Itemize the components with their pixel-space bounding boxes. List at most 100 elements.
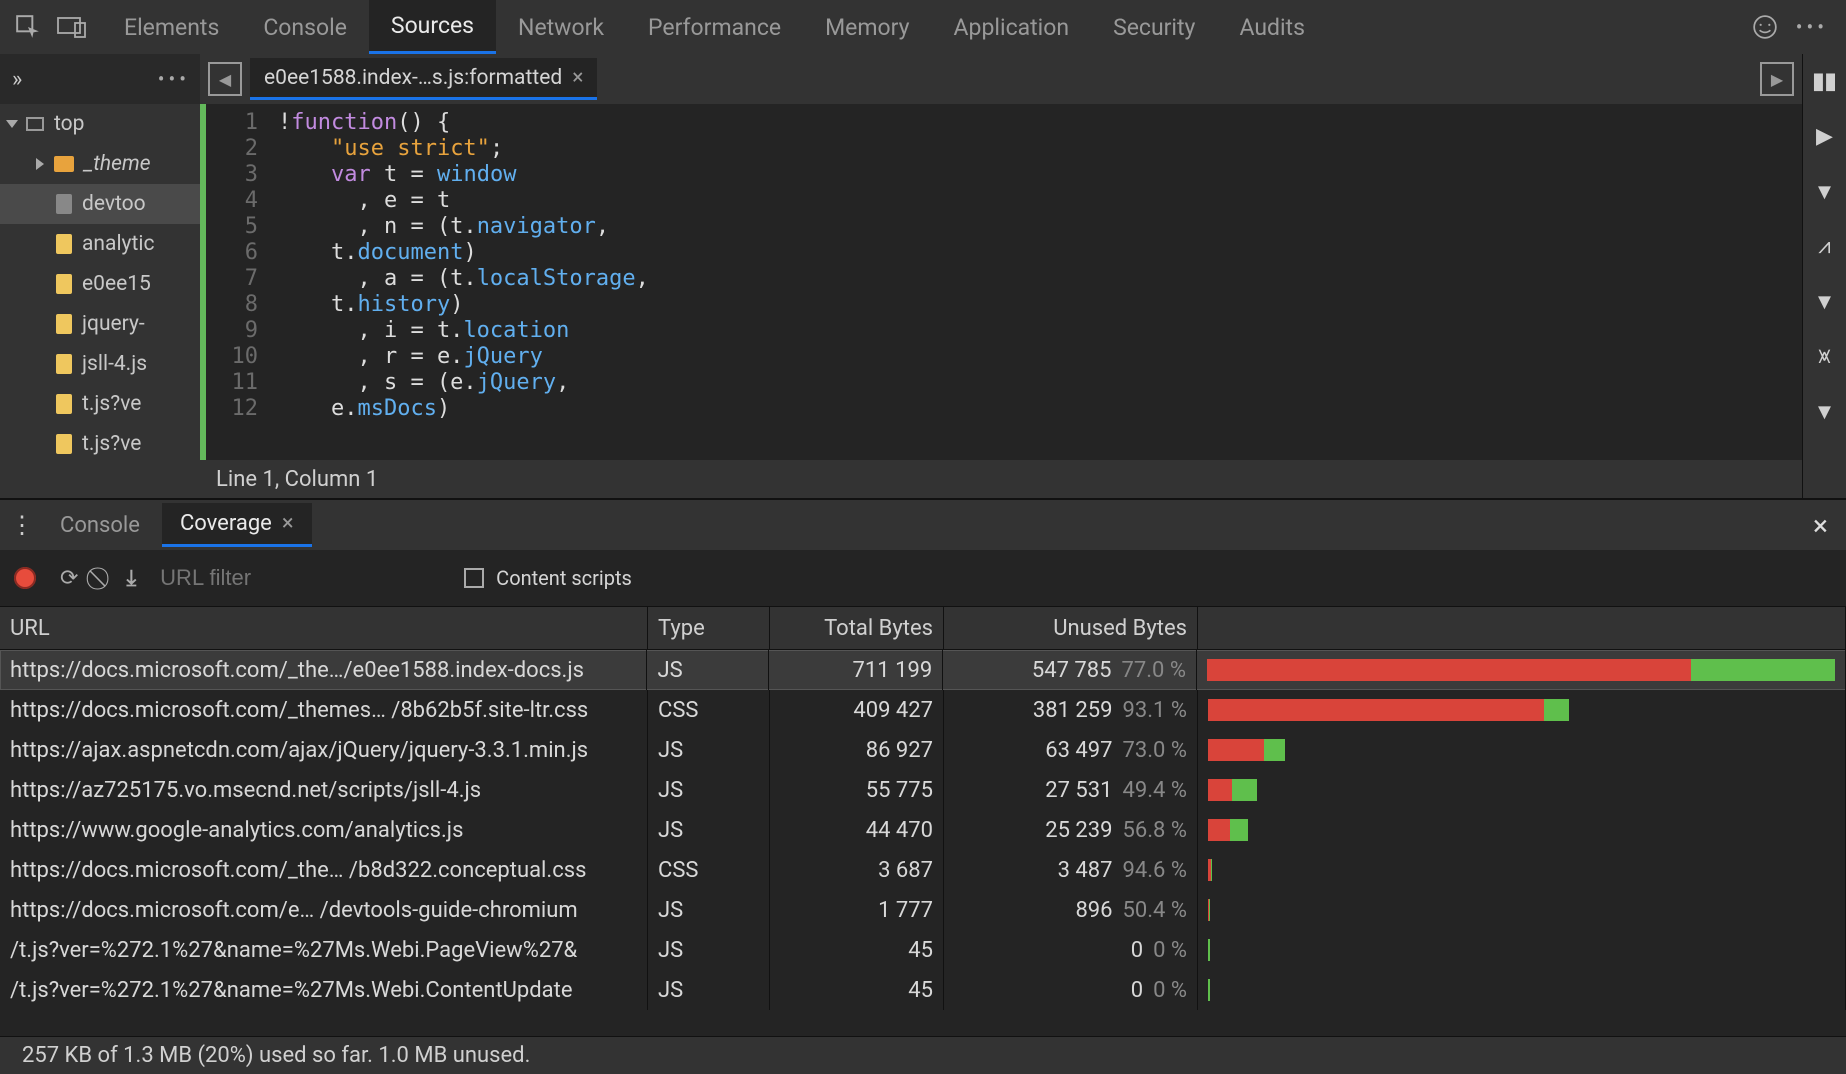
code-body[interactable]: !function() { "use strict"; var t = wind… xyxy=(270,104,1802,460)
feedback-icon[interactable] xyxy=(1752,14,1778,40)
drawer-tab-console[interactable]: Console xyxy=(42,503,158,547)
cell-unused: 547 78577.0 % xyxy=(943,650,1197,690)
tab-sources[interactable]: Sources xyxy=(369,0,496,54)
tab-security[interactable]: Security xyxy=(1091,0,1217,54)
line-gutter: 123456789101112 xyxy=(206,110,270,422)
col-unused[interactable]: Unused Bytes xyxy=(944,607,1198,649)
navigator-sidebar: » ••• top _themedevtoo analytic e0ee15 jque… xyxy=(0,54,200,498)
callstack-icon[interactable]: ⩘ xyxy=(1803,219,1846,274)
cell-url: https://az725175.vo.msecnd.net/scripts/j… xyxy=(0,770,648,810)
devtools-top-bar: ElementsConsoleSourcesNetworkPerformance… xyxy=(0,0,1846,54)
close-icon[interactable]: × xyxy=(572,66,583,90)
tree-item[interactable]: jquery- xyxy=(0,304,200,344)
cell-bar xyxy=(1198,690,1846,730)
coverage-row[interactable]: https://docs.microsoft.com/e… /devtools-… xyxy=(0,890,1846,930)
content-scripts-checkbox[interactable] xyxy=(464,568,484,588)
cell-type: JS xyxy=(648,770,770,810)
cell-total: 55 775 xyxy=(770,770,944,810)
expand-sidebar-icon[interactable]: » xyxy=(12,67,22,92)
folder-icon xyxy=(54,156,74,172)
tree-item[interactable]: _theme xyxy=(0,144,200,184)
coverage-header[interactable]: URL Type Total Bytes Unused Bytes xyxy=(0,606,1846,650)
chevron-down-icon xyxy=(6,120,18,128)
coverage-row[interactable]: https://az725175.vo.msecnd.net/scripts/j… xyxy=(0,770,1846,810)
editor-tab-label: e0ee1588.index-…s.js:formatted xyxy=(264,66,562,90)
tab-performance[interactable]: Performance xyxy=(626,0,803,54)
sidebar-more-icon[interactable]: ••• xyxy=(158,67,200,91)
breakpoints-icon[interactable]: ⩙ xyxy=(1803,329,1846,384)
tab-elements[interactable]: Elements xyxy=(102,0,241,54)
js-file-icon xyxy=(56,274,72,294)
cell-unused: 00 % xyxy=(944,970,1198,1010)
cell-url: /t.js?ver=%272.1%27&name=%27Ms.Webi.Cont… xyxy=(0,970,648,1010)
col-type[interactable]: Type xyxy=(648,607,770,649)
cell-total: 44 470 xyxy=(770,810,944,850)
tab-console[interactable]: Console xyxy=(241,0,369,54)
editor-tab[interactable]: e0ee1588.index-…s.js:formatted × xyxy=(250,58,597,100)
close-icon[interactable]: × xyxy=(282,511,294,536)
frame-icon xyxy=(26,117,44,131)
close-drawer-icon[interactable]: × xyxy=(1813,509,1836,542)
tree-item-label: devtoo xyxy=(82,192,146,216)
coverage-row[interactable]: https://docs.microsoft.com/_the…/e0ee158… xyxy=(0,650,1846,690)
cell-total: 711 199 xyxy=(769,650,943,690)
js-file-icon xyxy=(56,234,72,254)
cell-type: JS xyxy=(648,810,770,850)
device-toggle-icon[interactable] xyxy=(52,7,92,47)
tree-root[interactable]: top xyxy=(0,104,200,144)
cell-url: https://docs.microsoft.com/e… /devtools-… xyxy=(0,890,648,930)
tab-memory[interactable]: Memory xyxy=(803,0,931,54)
coverage-row[interactable]: /t.js?ver=%272.1%27&name=%27Ms.Webi.Cont… xyxy=(0,970,1846,1010)
coverage-row[interactable]: https://docs.microsoft.com/_the… /b8d322… xyxy=(0,850,1846,890)
tree-item-label: _theme xyxy=(84,152,151,176)
cell-url: /t.js?ver=%272.1%27&name=%27Ms.Webi.Page… xyxy=(0,930,648,970)
drawer-tab-coverage[interactable]: Coverage× xyxy=(162,503,312,547)
coverage-row[interactable]: https://docs.microsoft.com/_themes… /8b6… xyxy=(0,690,1846,730)
scope-expand-icon[interactable]: ▼ xyxy=(1803,274,1846,329)
coverage-row[interactable]: /t.js?ver=%272.1%27&name=%27Ms.Webi.Page… xyxy=(0,930,1846,970)
tree-item[interactable]: devtoo xyxy=(0,184,200,224)
js-file-icon xyxy=(56,394,72,414)
step-over-icon[interactable]: ▶ xyxy=(1803,109,1846,164)
col-url[interactable]: URL xyxy=(0,607,648,649)
tree-root-label: top xyxy=(54,112,84,136)
reload-icon[interactable]: ⟳ xyxy=(60,566,78,591)
drawer-menu-icon[interactable]: ⋮ xyxy=(10,511,34,539)
cell-unused: 63 49773.0 % xyxy=(944,730,1198,770)
tree-item[interactable]: analytic xyxy=(0,224,200,264)
tab-application[interactable]: Application xyxy=(932,0,1092,54)
more-panes-icon[interactable]: ▼ xyxy=(1803,384,1846,439)
record-icon[interactable] xyxy=(14,567,36,589)
cell-unused: 381 25993.1 % xyxy=(944,690,1198,730)
tree-item[interactable]: t.js?ve xyxy=(0,424,200,464)
tree-item-label: analytic xyxy=(82,232,154,256)
content-scripts-label: Content scripts xyxy=(496,566,632,590)
js-file-icon xyxy=(56,354,72,374)
tab-audits[interactable]: Audits xyxy=(1217,0,1327,54)
tree-item[interactable]: jsll-4.js xyxy=(0,344,200,384)
tree-item[interactable]: t.js?ve xyxy=(0,384,200,424)
more-icon[interactable]: ••• xyxy=(1796,15,1828,39)
export-icon[interactable]: ⤓ xyxy=(126,566,136,591)
prev-file-icon[interactable]: ◀ xyxy=(208,62,242,96)
coverage-row[interactable]: https://www.google-analytics.com/analyti… xyxy=(0,810,1846,850)
cell-bar xyxy=(1198,810,1846,850)
next-file-icon[interactable]: ▶ xyxy=(1760,62,1794,96)
tree-item[interactable]: e0ee15 xyxy=(0,264,200,304)
cell-total: 45 xyxy=(770,930,944,970)
cell-bar xyxy=(1198,970,1846,1010)
url-filter-input[interactable] xyxy=(160,565,360,591)
cell-type: JS xyxy=(648,970,770,1010)
tree-item-label: jquery- xyxy=(82,312,145,336)
drawer: ⋮ ConsoleCoverage× × ⟳ ⃠ ⤓ Content scrip… xyxy=(0,498,1846,1074)
inspect-icon[interactable] xyxy=(8,7,48,47)
tree-item-label: jsll-4.js xyxy=(82,352,147,376)
col-total[interactable]: Total Bytes xyxy=(770,607,944,649)
watch-expand-icon[interactable]: ▼ xyxy=(1803,164,1846,219)
file-icon xyxy=(56,194,72,214)
cell-total: 409 427 xyxy=(770,690,944,730)
tab-network[interactable]: Network xyxy=(496,0,626,54)
file-tree[interactable]: top _themedevtoo analytic e0ee15 jquery-jsl… xyxy=(0,104,200,498)
pause-icon[interactable]: ▮▮ xyxy=(1803,54,1846,109)
coverage-row[interactable]: https://ajax.aspnetcdn.com/ajax/jQuery/j… xyxy=(0,730,1846,770)
